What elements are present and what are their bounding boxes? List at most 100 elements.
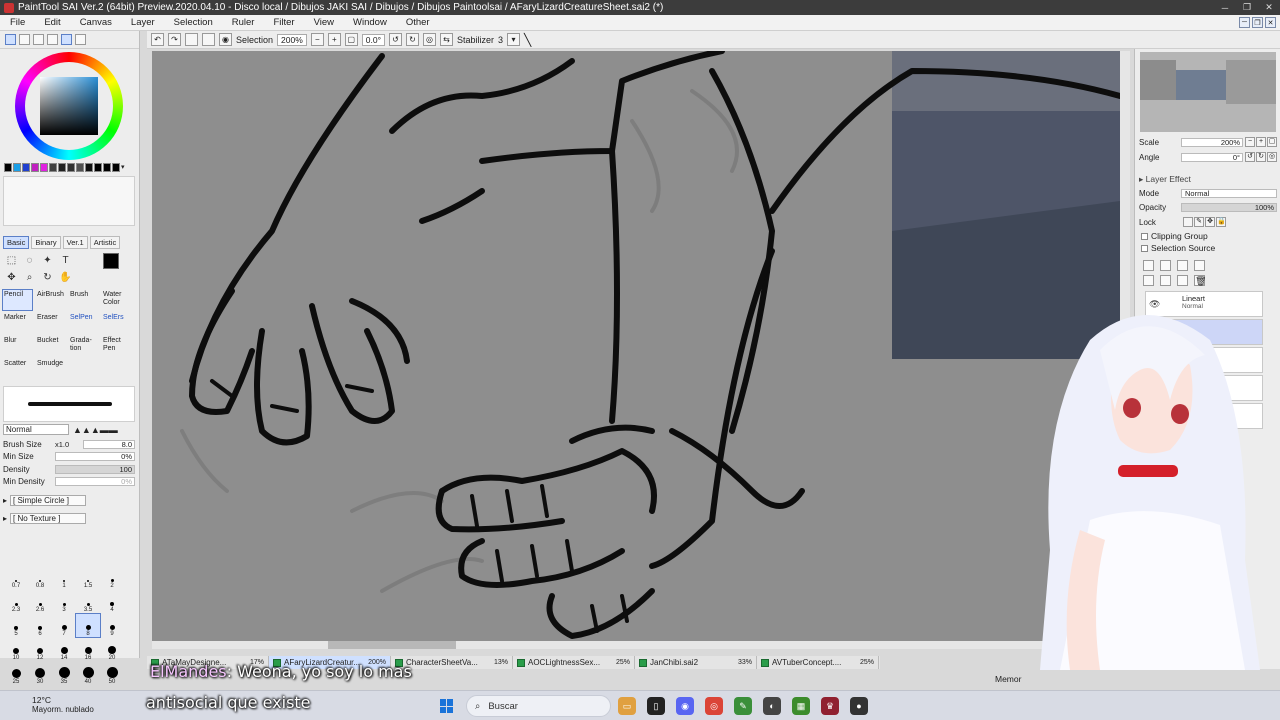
brush-size-preset[interactable]: 16 [76, 638, 100, 661]
brush-size-preset[interactable]: 20 [100, 638, 124, 661]
tab-basic[interactable]: Basic [3, 236, 30, 249]
steam-icon[interactable]: ◐ [763, 697, 781, 715]
brush-tool-airbrush[interactable]: AirBrush [35, 289, 66, 311]
brush-tool-selpen[interactable]: SelPen [68, 312, 99, 334]
clipping-group-row[interactable]: Clipping Group [1141, 231, 1208, 241]
drawing-canvas[interactable] [152, 51, 1120, 641]
brush-size-multiplier[interactable]: x1.0 [55, 440, 83, 449]
zoom-icon[interactable]: ⌕ [22, 270, 37, 285]
scale-slider[interactable]: 200% [1181, 137, 1243, 147]
palette-swatch[interactable] [22, 163, 30, 172]
lock-move-icon[interactable]: ✥ [1205, 217, 1215, 227]
lock-paint-icon[interactable]: ✎ [1194, 217, 1204, 227]
brush-size-slider[interactable]: 8.0 [83, 440, 135, 449]
hsl-slider-mode-icon[interactable] [47, 34, 58, 45]
palette-swatch[interactable] [85, 163, 93, 172]
doc-restore-button[interactable]: ❐ [1252, 17, 1263, 28]
stabilizer-value[interactable]: 3 [498, 35, 503, 45]
hand-icon[interactable]: ✋ [58, 270, 73, 285]
discord-icon[interactable]: ◉ [676, 697, 694, 715]
layer-opacity-slider[interactable]: 100% [1181, 203, 1277, 212]
zoom-out-icon[interactable]: − [310, 33, 324, 46]
text-tool-icon[interactable]: T [58, 253, 73, 268]
palette-swatch[interactable] [49, 163, 57, 172]
menu-other[interactable]: Other [396, 17, 439, 28]
palette-swatch[interactable] [76, 163, 84, 172]
deselect-icon[interactable] [185, 33, 198, 46]
brush-size-preset[interactable]: 9 [100, 614, 124, 637]
chrome-icon[interactable]: ◎ [705, 697, 723, 715]
obs-icon[interactable]: ● [850, 697, 868, 715]
brush-size-preset[interactable]: 0.7 [4, 566, 28, 589]
density-slider[interactable]: 100 [55, 465, 135, 474]
new-folder-icon[interactable] [1177, 260, 1188, 271]
brush-tool-marker[interactable]: Marker [2, 312, 33, 334]
clear-layer-icon[interactable] [1177, 275, 1188, 286]
show-selection-icon[interactable]: ◉ [219, 33, 232, 46]
zoom-field[interactable]: 200% [277, 33, 307, 46]
game-app-icon[interactable]: ♛ [821, 697, 839, 715]
brush-size-preset[interactable]: 1.5 [76, 566, 100, 589]
palette-swatch[interactable] [31, 163, 39, 172]
layer-effect-header[interactable]: ▸ Layer Effect [1139, 174, 1191, 185]
navigator-preview[interactable] [1140, 52, 1276, 132]
document-tab[interactable]: AVTuberConcept.... 25% [757, 656, 879, 669]
flip-horizontal-icon[interactable]: ⇆ [440, 33, 453, 46]
selection-source-checkbox[interactable] [1141, 244, 1148, 252]
brush-size-preset[interactable]: 2 [100, 566, 124, 589]
brush-size-preset[interactable]: 4 [100, 590, 124, 613]
hsv-slider-mode-icon[interactable] [33, 34, 44, 45]
min-density-slider[interactable]: 0% [55, 477, 135, 486]
lasso-icon[interactable]: ◌ [22, 253, 37, 268]
angle-field[interactable]: 0.0° [361, 33, 385, 46]
brush-size-preset[interactable]: 12 [28, 638, 52, 661]
palette-swatch[interactable] [112, 163, 120, 172]
brush-size-preset[interactable]: 25 [4, 662, 28, 685]
scale-minus-icon[interactable]: − [1245, 137, 1255, 147]
redo-icon[interactable]: ↷ [168, 33, 181, 46]
brush-size-preset[interactable]: 6 [28, 614, 52, 637]
minecraft-icon[interactable]: ▦ [792, 697, 810, 715]
brush-size-preset[interactable]: 1 [52, 566, 76, 589]
magic-wand-icon[interactable]: ✦ [40, 253, 55, 268]
brush-size-preset[interactable]: 7 [52, 614, 76, 637]
horizontal-scroll-thumb[interactable] [328, 641, 456, 649]
brush-size-preset[interactable]: 10 [4, 638, 28, 661]
menu-canvas[interactable]: Canvas [70, 17, 121, 28]
color-wheel-mode-icon[interactable] [5, 34, 16, 45]
brush-size-preset[interactable]: 2.3 [4, 590, 28, 613]
brush-tool-selers[interactable]: SelErs [101, 312, 132, 334]
selection-source-row[interactable]: Selection Source [1141, 243, 1215, 253]
zoom-in-icon[interactable]: + [327, 33, 341, 46]
painttool-sai-icon[interactable]: ✎ [734, 697, 752, 715]
brush-size-preset[interactable]: 14 [52, 638, 76, 661]
brush-size-preset[interactable]: 3 [52, 590, 76, 613]
angle-slider[interactable]: 0° [1181, 152, 1243, 162]
brush-size-preset[interactable]: 8 [75, 613, 101, 638]
close-button[interactable]: ✕ [1258, 0, 1280, 15]
palette-swatch[interactable] [67, 163, 75, 172]
brush-tool-water-color[interactable]: Water Color [101, 289, 132, 311]
menu-ruler[interactable]: Ruler [222, 17, 264, 28]
brush-size-preset[interactable]: 40 [76, 662, 100, 685]
brush-tool-grada-tion[interactable]: Grada-tion [68, 335, 99, 357]
merge-down-icon[interactable] [1160, 275, 1171, 286]
rotate-right-icon[interactable]: ↻ [406, 33, 419, 46]
palette-swatch[interactable] [94, 163, 102, 172]
brush-tool-brush[interactable]: Brush [68, 289, 99, 311]
scale-plus-icon[interactable]: + [1256, 137, 1266, 147]
taskbar-search[interactable]: ⌕ Buscar [466, 695, 611, 717]
doc-minimize-button[interactable]: ─ [1239, 17, 1250, 28]
new-layer-icon[interactable] [1143, 260, 1154, 271]
brush-size-preset[interactable]: 3.5 [76, 590, 100, 613]
rotate-reset-icon[interactable]: ◎ [423, 33, 436, 46]
scratchpad-mode-icon[interactable] [75, 34, 86, 45]
angle-reset-icon[interactable]: ◎ [1267, 152, 1277, 162]
brush-size-preset[interactable]: 35 [52, 662, 76, 685]
invert-select-icon[interactable] [202, 33, 215, 46]
start-button-icon[interactable] [440, 699, 454, 713]
palette-swatch[interactable] [58, 163, 66, 172]
menu-selection[interactable]: Selection [164, 17, 222, 28]
min-size-slider[interactable]: 0% [55, 452, 135, 461]
rect-select-icon[interactable]: ⬚ [4, 253, 19, 268]
